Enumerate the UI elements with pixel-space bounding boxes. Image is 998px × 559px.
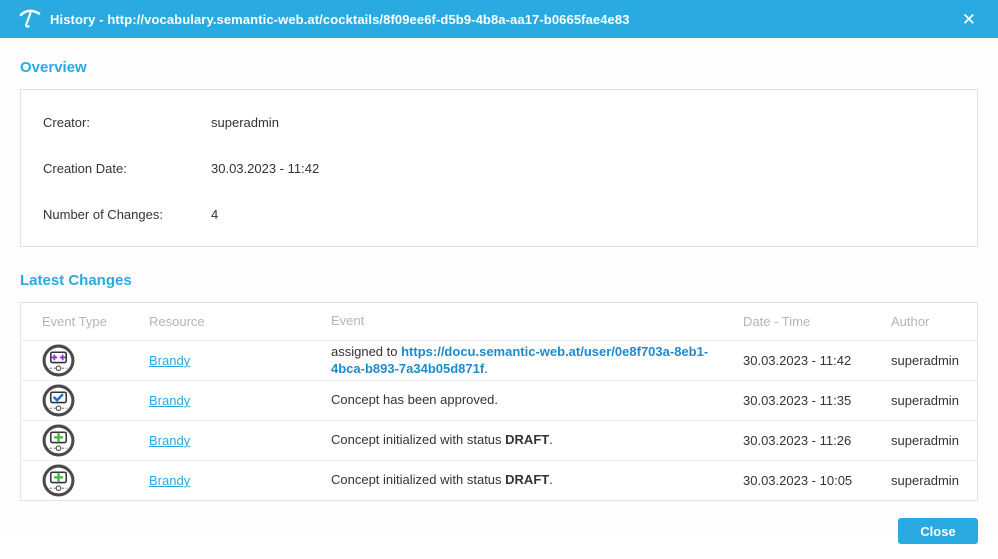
- date-time-cell: 30.03.2023 - 10:05: [743, 473, 853, 488]
- table-row: Brandy Concept initialized with status D…: [21, 460, 977, 500]
- event-text: Concept has been approved.: [331, 392, 498, 408]
- table-row: Brandy Concept initialized with status D…: [21, 420, 977, 460]
- history-table: Event Type Resource Event Date - Time Au…: [20, 302, 978, 501]
- dialog-titlebar: History - http://vocabulary.semantic-web…: [0, 0, 998, 38]
- event-type-icon: [42, 384, 75, 417]
- creation-date-label: Creation Date:: [43, 160, 127, 176]
- resource-link[interactable]: Brandy: [149, 393, 190, 408]
- event-type-icon: [42, 424, 75, 457]
- history-table-body: Brandy assigned to https://docu.semantic…: [21, 340, 977, 500]
- overview-heading: Overview: [20, 59, 87, 76]
- resource-link[interactable]: Brandy: [149, 473, 190, 488]
- close-button[interactable]: Close: [898, 518, 978, 544]
- table-header-row: Event Type Resource Event Date - Time Au…: [21, 303, 977, 340]
- event-suffix: .: [484, 360, 488, 376]
- dialog-content: Overview Creator: superadmin Creation Da…: [0, 38, 998, 501]
- column-header-author: Author: [891, 314, 930, 329]
- number-of-changes-value: 4: [211, 206, 219, 222]
- overview-row-creation-date: Creation Date: 30.03.2023 - 11:42: [21, 145, 977, 191]
- event-type-icon: [42, 464, 75, 497]
- event-suffix: .: [549, 472, 553, 488]
- event-text: Concept initialized with status: [331, 432, 506, 448]
- column-header-event: Event: [331, 313, 365, 329]
- table-row: Brandy assigned to https://docu.semantic…: [21, 340, 977, 380]
- author-cell: superadmin: [891, 433, 959, 448]
- column-header-event-type: Event Type: [42, 314, 107, 329]
- creator-value: superadmin: [211, 114, 279, 130]
- overview-row-number-of-changes: Number of Changes: 4: [21, 191, 977, 237]
- event-status: DRAFT: [505, 432, 550, 448]
- date-time-cell: 30.03.2023 - 11:26: [743, 433, 852, 448]
- close-icon[interactable]: ✕: [958, 9, 980, 30]
- event-cell: Concept initialized with status DRAFT.: [331, 472, 743, 488]
- dialog-footer: Close: [0, 501, 998, 559]
- author-cell: superadmin: [891, 393, 959, 408]
- event-status: DRAFT: [505, 472, 550, 488]
- creator-label: Creator:: [43, 114, 90, 130]
- umbrella-icon: [18, 7, 42, 31]
- author-cell: superadmin: [891, 353, 959, 368]
- event-cell: assigned to https://docu.semantic-web.at…: [331, 344, 743, 377]
- event-text: assigned to: [331, 344, 402, 360]
- history-dialog: History - http://vocabulary.semantic-web…: [0, 0, 998, 544]
- resource-link[interactable]: Brandy: [149, 433, 190, 448]
- date-time-cell: 30.03.2023 - 11:35: [743, 393, 852, 408]
- overview-row-creator: Creator: superadmin: [21, 99, 977, 145]
- event-text: Concept initialized with status: [331, 472, 506, 488]
- event-cell: Concept has been approved.: [331, 392, 743, 408]
- column-header-resource: Resource: [149, 314, 205, 329]
- resource-link[interactable]: Brandy: [149, 353, 190, 368]
- event-cell: Concept initialized with status DRAFT.: [331, 432, 743, 448]
- table-row: Brandy Concept has been approved. 30.03.…: [21, 380, 977, 420]
- dialog-title: History - http://vocabulary.semantic-web…: [50, 11, 630, 27]
- author-cell: superadmin: [891, 473, 959, 488]
- overview-panel: Creator: superadmin Creation Date: 30.03…: [20, 89, 978, 247]
- number-of-changes-label: Number of Changes:: [43, 206, 163, 222]
- event-type-icon: [42, 344, 75, 377]
- latest-changes-heading: Latest Changes: [20, 272, 132, 289]
- creation-date-value: 30.03.2023 - 11:42: [211, 160, 320, 176]
- date-time-cell: 30.03.2023 - 11:42: [743, 353, 852, 368]
- column-header-date-time: Date - Time: [743, 314, 811, 329]
- event-suffix: .: [549, 432, 553, 448]
